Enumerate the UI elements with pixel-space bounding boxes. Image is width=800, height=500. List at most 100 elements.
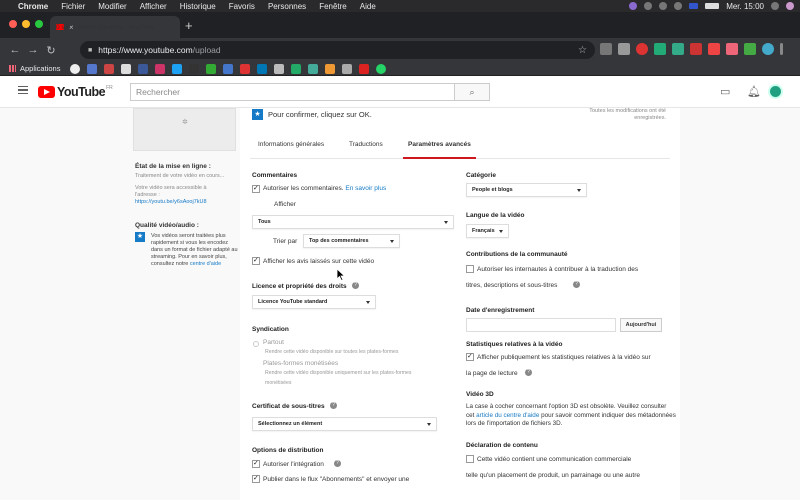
bookmark-icon[interactable]: [359, 63, 370, 74]
tab-general-info[interactable]: Informations générales: [258, 141, 324, 148]
help-icon[interactable]: ?: [352, 282, 359, 289]
category-select[interactable]: People et blogs: [466, 183, 587, 197]
new-tab-button[interactable]: +: [185, 18, 193, 33]
extension-icon[interactable]: [726, 43, 738, 55]
video-url-link[interactable]: https://youtu.be/y6sAooj7kU8: [135, 199, 235, 206]
bookmark-icon[interactable]: [291, 63, 302, 74]
tab-advanced-settings[interactable]: Paramètres avancés: [408, 141, 471, 148]
commercial-content-checkbox[interactable]: [466, 455, 474, 463]
menu-afficher[interactable]: Afficher: [140, 2, 167, 11]
tab-translations[interactable]: Traductions: [349, 141, 383, 148]
menu-chrome[interactable]: Chrome: [18, 2, 48, 11]
bookmark-icon[interactable]: [308, 63, 319, 74]
extension-icon[interactable]: [744, 43, 756, 55]
apps-grid-icon: [9, 65, 16, 72]
today-button[interactable]: Aujourd'hui: [620, 318, 662, 332]
publish-feed-checkbox[interactable]: [252, 474, 260, 483]
sort-by-select[interactable]: Top des commentaires: [303, 234, 400, 248]
more-menu-icon[interactable]: [780, 43, 783, 55]
star-badge-icon: ★: [135, 232, 145, 242]
help-article-link[interactable]: article du centre d'aide: [476, 412, 539, 419]
twitter-icon[interactable]: [172, 63, 183, 74]
allow-comments-checkbox[interactable]: [252, 184, 260, 193]
extension-icon[interactable]: [708, 43, 720, 55]
whatsapp-icon[interactable]: [376, 63, 387, 74]
bookmark-icon[interactable]: [189, 63, 200, 74]
search-button[interactable]: ⌕: [455, 83, 490, 101]
search-input[interactable]: Rechercher: [130, 83, 455, 101]
extension-icon[interactable]: [618, 43, 630, 55]
community-contributions-checkbox[interactable]: [466, 265, 474, 273]
menu-modifier[interactable]: Modifier: [98, 2, 126, 11]
zoom-window-button[interactable]: [35, 20, 43, 28]
bookmark-icon[interactable]: [104, 63, 115, 74]
bookmark-apps[interactable]: Applications: [9, 64, 60, 73]
linkedin-icon[interactable]: [257, 63, 268, 74]
menu-fichier[interactable]: Fichier: [61, 2, 85, 11]
bookmark-icon[interactable]: [223, 63, 234, 74]
extension-icon[interactable]: [672, 43, 684, 55]
minimize-window-button[interactable]: [22, 20, 30, 28]
pinterest-icon[interactable]: [636, 43, 648, 55]
address-bar[interactable]: ■ https://www.youtube.com/upload ☆: [80, 41, 595, 59]
help-center-link[interactable]: centre d'aide: [190, 261, 221, 267]
category-section-title: Catégorie: [466, 172, 496, 179]
bookmark-star-icon[interactable]: ☆: [578, 45, 587, 56]
flag-icon[interactable]: [689, 3, 699, 9]
youtube-logo[interactable]: YouTube FR: [38, 85, 113, 99]
google-bookmark-icon[interactable]: [70, 63, 81, 74]
menu-favoris[interactable]: Favoris: [229, 2, 255, 11]
hamburger-menu-icon[interactable]: [18, 86, 28, 94]
bookmark-icon[interactable]: [87, 63, 98, 74]
menu-fenetre[interactable]: Fenêtre: [319, 2, 347, 11]
instagram-icon[interactable]: [155, 63, 166, 74]
forward-arrow-icon[interactable]: →: [24, 44, 42, 56]
upload-video-icon[interactable]: ▭: [720, 85, 730, 98]
wifi-icon[interactable]: [674, 2, 683, 10]
learn-more-link[interactable]: En savoir plus: [345, 185, 386, 192]
siri-icon[interactable]: [786, 2, 794, 10]
facebook-icon[interactable]: [138, 63, 149, 74]
cloud-icon[interactable]: [659, 2, 668, 10]
recording-date-input[interactable]: [466, 318, 616, 332]
avatar[interactable]: [768, 84, 783, 99]
menu-aide[interactable]: Aide: [360, 2, 376, 11]
sync-icon[interactable]: [644, 2, 653, 10]
help-icon[interactable]: ?: [334, 460, 341, 467]
video-url[interactable]: https://youtu.be/y6sAooj7kU8: [135, 199, 207, 205]
reload-icon[interactable]: ↻: [42, 44, 60, 57]
show-comments-select[interactable]: Tous: [252, 215, 454, 229]
settings-tabs: Informations générales Traductions Param…: [250, 132, 670, 159]
help-icon[interactable]: ?: [330, 402, 337, 409]
bookmark-icon[interactable]: [342, 63, 353, 74]
notifications-bell-icon[interactable]: 🔔︎: [747, 85, 761, 98]
bookmark-icon[interactable]: [240, 63, 251, 74]
clock[interactable]: Mer. 15:00: [726, 2, 764, 11]
extension-icon[interactable]: [654, 43, 666, 55]
menu-personnes[interactable]: Personnes: [268, 2, 306, 11]
tab-youtube-upload[interactable]: 0 sur 1 vidéos ajoutées - YouTube ×: [50, 16, 180, 38]
bookmark-icon[interactable]: [206, 63, 217, 74]
bookmark-icon[interactable]: [325, 63, 336, 74]
battery-icon[interactable]: [705, 3, 720, 9]
search-icon[interactable]: [771, 2, 779, 10]
extension-icon[interactable]: [690, 43, 702, 55]
help-icon[interactable]: ?: [525, 369, 532, 376]
subtitles-certificate-select[interactable]: Sélectionnez un élément: [252, 417, 437, 431]
close-window-button[interactable]: [9, 20, 17, 28]
language-select[interactable]: Français: [466, 224, 509, 238]
show-ratings-checkbox[interactable]: [252, 256, 260, 265]
menu-historique[interactable]: Historique: [180, 2, 216, 11]
profile-icon[interactable]: [762, 43, 774, 55]
extension-icon[interactable]: [600, 43, 612, 55]
public-stats-checkbox[interactable]: [466, 352, 474, 361]
status-app-icon[interactable]: [629, 2, 638, 10]
help-icon[interactable]: ?: [573, 281, 580, 288]
bookmark-icon[interactable]: [121, 63, 132, 74]
license-select[interactable]: Licence YouTube standard: [252, 295, 376, 309]
back-arrow-icon[interactable]: ←: [6, 44, 24, 56]
bookmark-icon[interactable]: [274, 63, 285, 74]
syndication-everywhere-radio[interactable]: [253, 341, 259, 347]
video-url-label: Votre vidéo sera accessible à l'adresse …: [135, 185, 207, 198]
allow-embedding-checkbox[interactable]: [252, 459, 260, 468]
